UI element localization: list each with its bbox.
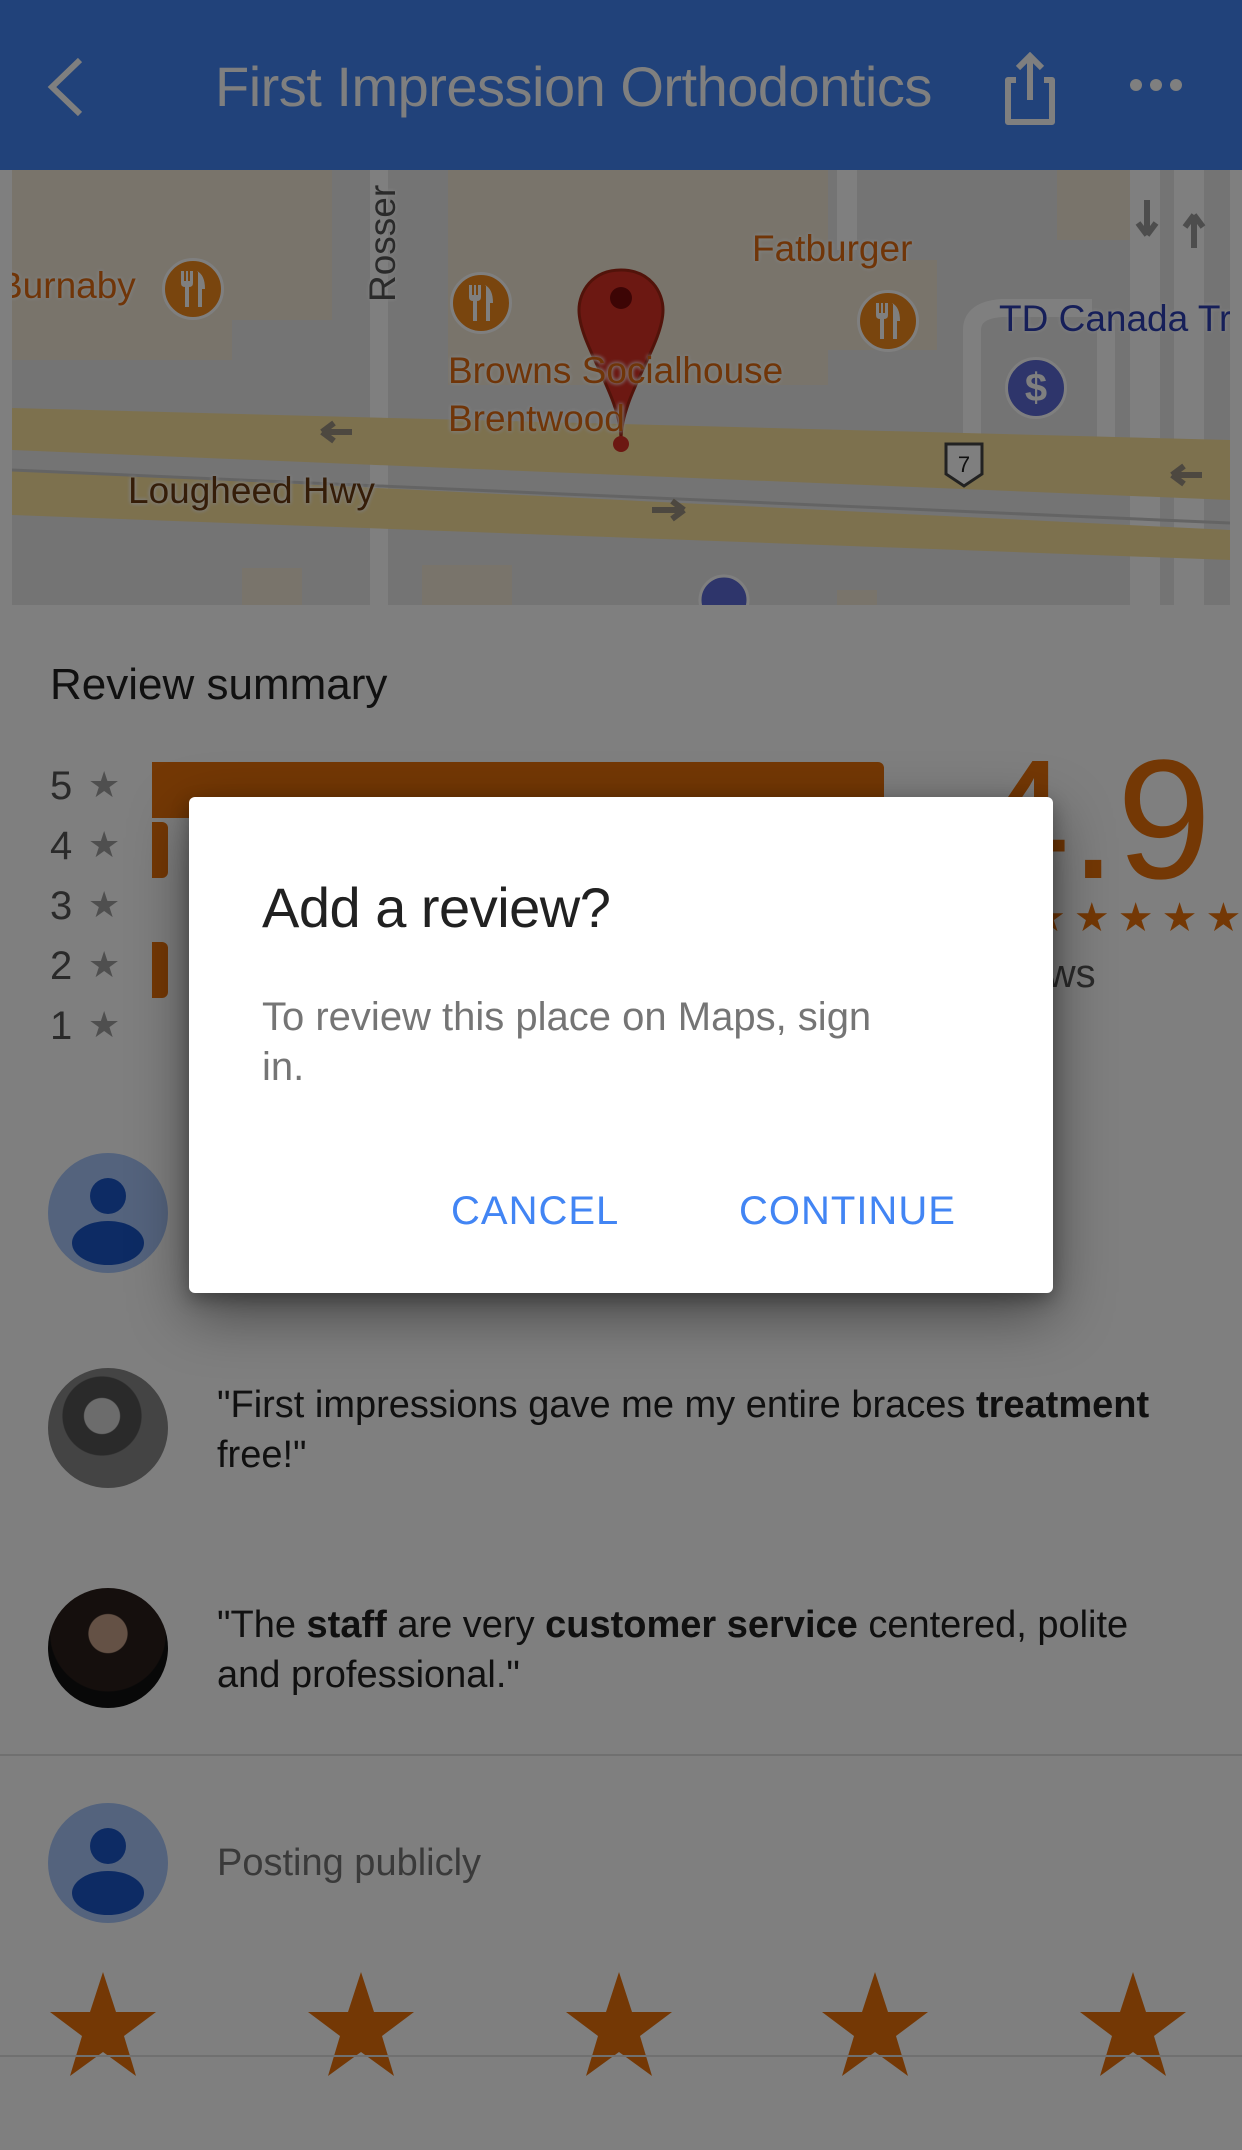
dialog-title: Add a review? (262, 876, 611, 939)
add-review-dialog: Add a review? To review this place on Ma… (189, 797, 1053, 1293)
dialog-message: To review this place on Maps, sign in. (262, 995, 872, 1089)
cancel-button[interactable]: CANCEL (451, 1189, 619, 1234)
continue-button[interactable]: CONTINUE (739, 1189, 956, 1234)
